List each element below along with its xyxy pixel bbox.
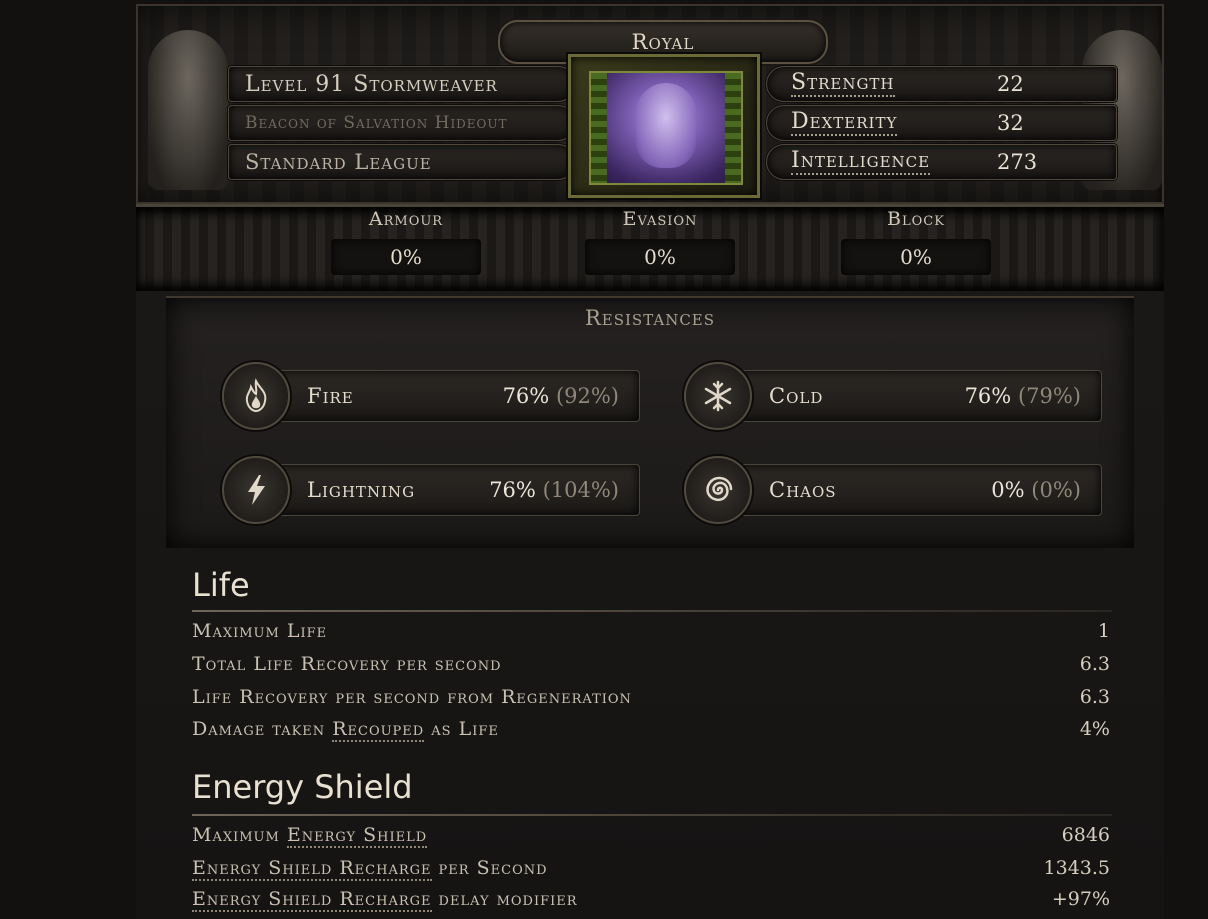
- spiral-icon: [684, 456, 752, 524]
- attribute-name: Strength: [791, 70, 895, 97]
- stat-row[interactable]: Damage taken Recouped as Life 4%: [192, 718, 1110, 750]
- life-divider: [192, 610, 1112, 612]
- defences-row: Armour 0% Evasion 0% Block 0%: [136, 207, 1164, 291]
- defence-value: 0%: [841, 239, 991, 275]
- league-text: Standard League: [245, 150, 432, 174]
- attribute-name: Intelligence: [791, 148, 931, 175]
- attribute-dexterity[interactable]: Dexterity 32: [766, 105, 1117, 141]
- defence-label: Block: [887, 208, 945, 230]
- resistance-value: 76%: [489, 478, 536, 502]
- defence-label: Armour: [368, 208, 444, 230]
- stat-label: Maximum: [192, 824, 287, 846]
- stat-row[interactable]: Maximum Energy Shield 6846: [192, 824, 1110, 856]
- resistance-name: Lightning: [307, 478, 416, 502]
- character-panel: Royal Level 91 Stormweaver Beacon of Sal…: [136, 4, 1164, 919]
- character-level-class-plate: Level 91 Stormweaver: [228, 66, 576, 102]
- lightning-icon: [222, 456, 290, 524]
- defence-label: Evasion: [622, 208, 698, 230]
- resistance-max: (0%): [1031, 478, 1081, 502]
- resistance-lightning[interactable]: Lightning 76% (104%): [222, 456, 640, 524]
- defence-armour[interactable]: Armour 0%: [316, 207, 496, 275]
- left-statue-ornament: [148, 30, 228, 190]
- attribute-value: 22: [997, 72, 1024, 96]
- recouped-term[interactable]: Recouped: [332, 718, 425, 742]
- energy-shield-term[interactable]: Energy Shield: [286, 824, 428, 848]
- resistance-cold[interactable]: Cold 76% (79%): [684, 362, 1102, 430]
- resistances-section: Resistances Fire 76% (92%) Cold 76% (79%…: [166, 296, 1134, 548]
- attribute-value: 273: [997, 150, 1038, 174]
- resistance-chaos[interactable]: Chaos 0% (0%): [684, 456, 1102, 524]
- energy-shield-section-title: Energy Shield: [192, 768, 413, 806]
- attribute-intelligence[interactable]: Intelligence 273: [766, 144, 1117, 180]
- energy-shield-recharge-term[interactable]: Energy Shield Recharge: [192, 857, 432, 881]
- portrait-frame: [568, 54, 760, 198]
- stat-value: 6.3: [1079, 653, 1110, 675]
- defence-value: 0%: [585, 239, 735, 275]
- stat-row[interactable]: Energy Shield Recharge per Second 1343.5: [192, 857, 1110, 889]
- resistance-max: (104%): [542, 478, 619, 502]
- resistance-name: Chaos: [769, 478, 837, 502]
- stat-label: Life Recovery per second from Regenerati…: [192, 686, 632, 708]
- stat-label: Maximum Life: [192, 620, 328, 642]
- energy-shield-recharge-term[interactable]: Energy Shield Recharge: [192, 888, 432, 912]
- stat-value: 1343.5: [1043, 857, 1110, 879]
- character-header: Royal Level 91 Stormweaver Beacon of Sal…: [136, 4, 1164, 207]
- attribute-name: Dexterity: [791, 109, 898, 136]
- stat-label-suffix: per Second: [431, 857, 548, 879]
- stat-value: 6.3: [1079, 686, 1110, 708]
- stat-row[interactable]: Life Recovery per second from Regenerati…: [192, 686, 1110, 718]
- resistance-name: Cold: [769, 384, 824, 408]
- league-plate: Standard League: [228, 144, 576, 180]
- life-section-title: Life: [192, 566, 250, 604]
- stat-label-suffix: delay modifier: [431, 888, 578, 910]
- stat-row[interactable]: Maximum Life 1: [192, 620, 1110, 652]
- stat-value: 4%: [1079, 718, 1110, 740]
- stat-value: 6846: [1061, 824, 1110, 846]
- location-plate: Beacon of Salvation Hideout: [228, 105, 576, 141]
- defence-value: 0%: [331, 239, 481, 275]
- defence-block[interactable]: Block 0%: [826, 207, 1006, 275]
- attribute-value: 32: [997, 111, 1024, 135]
- character-portrait: [589, 71, 743, 185]
- fire-icon: [222, 362, 290, 430]
- stat-row[interactable]: Energy Shield Recharge delay modifier +9…: [192, 888, 1110, 919]
- resistances-title: Resistances: [584, 306, 716, 330]
- stat-label-suffix: as Life: [424, 718, 499, 740]
- location-text: Beacon of Salvation Hideout: [245, 113, 508, 133]
- energy-shield-divider: [192, 814, 1112, 816]
- snowflake-icon: [684, 362, 752, 430]
- stat-label: Damage taken: [192, 718, 333, 740]
- resistance-max: (79%): [1017, 384, 1081, 408]
- defence-evasion[interactable]: Evasion 0%: [570, 207, 750, 275]
- attribute-strength[interactable]: Strength 22: [766, 66, 1117, 102]
- resistance-value: 76%: [964, 384, 1012, 408]
- resistance-value: 0%: [991, 478, 1025, 502]
- resistance-max: (92%): [555, 384, 619, 408]
- stat-row[interactable]: Total Life Recovery per second 6.3: [192, 653, 1110, 685]
- stat-label: Total Life Recovery per second: [192, 653, 502, 675]
- resistance-value: 76%: [502, 384, 550, 408]
- level-class-text: Level 91 Stormweaver: [245, 71, 498, 97]
- stat-value: 1: [1097, 620, 1110, 642]
- resistance-name: Fire: [307, 384, 354, 408]
- stat-value: +97%: [1051, 888, 1110, 910]
- resistance-fire[interactable]: Fire 76% (92%): [222, 362, 640, 430]
